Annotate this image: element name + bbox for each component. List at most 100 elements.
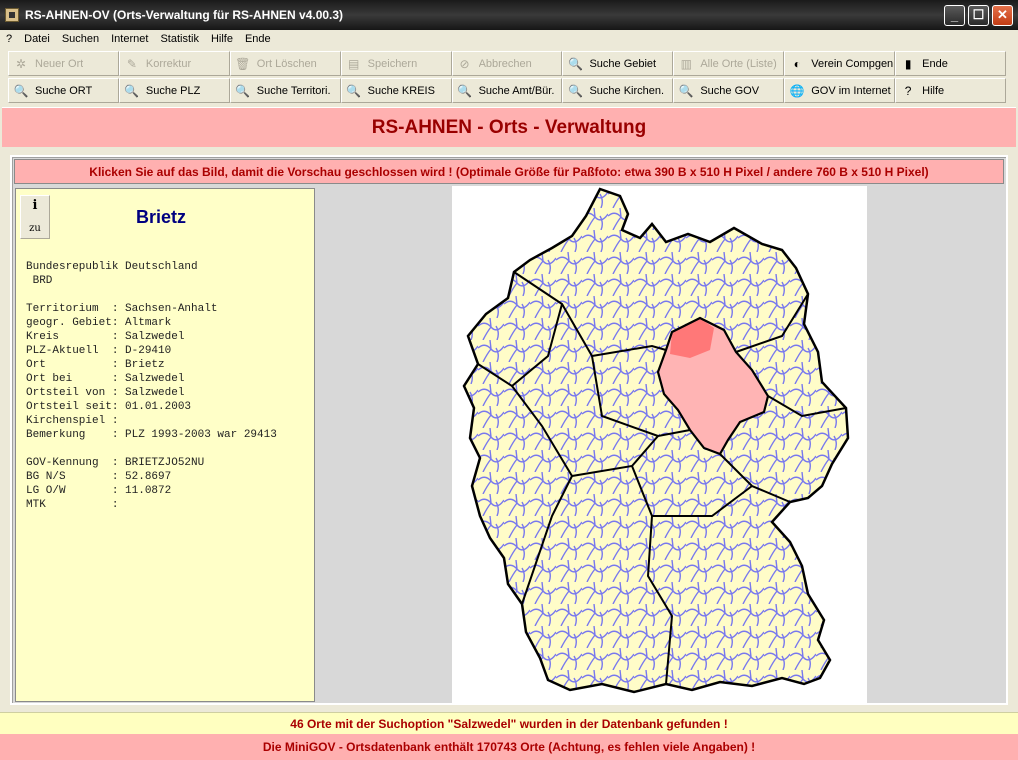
search-doc-icon: 🔍: [457, 83, 473, 98]
menu-statistik[interactable]: Statistik: [154, 33, 205, 45]
app-icon: [5, 8, 19, 22]
database-status-text: Die MiniGOV - Ortsdatenbank enthält 1707…: [262, 740, 756, 754]
toolbar-button-label: Ort Löschen: [256, 57, 317, 70]
exit-door-icon: ▮: [904, 56, 912, 71]
help-icon: ?: [904, 83, 912, 98]
hilfe-button[interactable]: ? Hilfe: [895, 78, 1007, 103]
speichern-button[interactable]: ▤ Speichern: [340, 51, 452, 76]
suche-kreis-button[interactable]: 🔍 Suche KREIS: [340, 78, 452, 103]
menu-suchen[interactable]: Suchen: [56, 33, 105, 45]
toolbar-button-label: Korrektur: [145, 57, 192, 70]
info-close-button[interactable]: i zu: [20, 195, 50, 239]
minimize-button[interactable]: _: [944, 4, 965, 26]
place-detail-line: [26, 442, 277, 456]
place-details: Bundesrepublik Deutschland BRD Territoriu…: [26, 260, 277, 512]
suche-gebiet-button[interactable]: 🔍 Suche Gebiet: [562, 51, 674, 76]
menu-bar: ? Datei Suchen Internet Statistik Hilfe …: [0, 30, 1018, 48]
germany-map[interactable]: [452, 186, 867, 703]
header-banner: RS-AHNEN - Orts - Verwaltung: [2, 107, 1016, 147]
compgen-icon: ◐: [793, 56, 801, 71]
toolbar-button-label: Alle Orte (Liste): [700, 57, 777, 70]
toolbar-button-label: Suche Amt/Bür.: [478, 84, 555, 97]
alle-orte-liste-button[interactable]: ▥ Alle Orte (Liste): [673, 51, 785, 76]
save-icon: ▤: [348, 56, 360, 71]
gov-im-internet-button[interactable]: 🌐 GOV im Internet: [784, 78, 896, 103]
new-place-icon: ✲: [15, 56, 27, 71]
search-doc-icon: 🔍: [124, 83, 140, 98]
toolbar-row-1: ✲ Neuer Ort ✎ Korrektur 🗑 Ort Löschen ▤ Speiche…: [8, 51, 1007, 78]
search-doc-icon: 🔍: [346, 83, 362, 98]
toolbar-button-label: Suche Gebiet: [589, 57, 657, 70]
list-icon: ▥: [680, 56, 693, 71]
place-detail-line: BG N/S : 52.8697: [26, 471, 172, 483]
place-detail-line: Ort bei : Salzwedel: [26, 373, 185, 385]
close-button[interactable]: ✕: [992, 4, 1013, 26]
toolbar-button-label: Ende: [922, 57, 948, 70]
ende-button[interactable]: ▮ Ende: [895, 51, 1007, 76]
cancel-icon: ⊘: [459, 56, 470, 71]
place-detail-line: Ortsteil seit: 01.01.2003: [26, 401, 192, 413]
suche-ort-button[interactable]: 🔍 Suche ORT: [8, 78, 119, 103]
search-doc-icon: 🔍: [567, 56, 583, 71]
place-detail-line: Ort : Brietz: [26, 359, 165, 371]
toolbar-button-label: Suche PLZ: [145, 84, 201, 97]
trash-icon: 🗑: [235, 56, 251, 71]
place-detail-line: PLZ-Aktuell : D-29410: [26, 345, 172, 357]
search-doc-icon: 🔍: [567, 83, 583, 98]
abbrechen-button[interactable]: ⊘ Abbrechen: [451, 51, 563, 76]
place-detail-line: MTK :: [26, 499, 119, 511]
info-close-label: zu: [29, 223, 41, 234]
place-detail-line: Bemerkung : PLZ 1993-2003 war 29413: [26, 429, 277, 441]
ort-löschen-button[interactable]: 🗑 Ort Löschen: [229, 51, 341, 76]
toolbar-button-label: Suche Kirchen.: [589, 84, 665, 97]
toolbar-button-label: Suche Territori.: [256, 84, 331, 97]
place-detail-line: Ortsteil von : Salzwedel: [26, 387, 185, 399]
window-title: RS-AHNEN-OV (Orts-Verwaltung für RS-AHNE…: [25, 8, 344, 22]
place-detail-line: [26, 288, 277, 302]
suche-amt-bür-button[interactable]: 🔍 Suche Amt/Bür.: [451, 78, 563, 103]
toolbar-button-label: Suche GOV: [700, 84, 760, 97]
menu-ende[interactable]: Ende: [239, 33, 277, 45]
toolbar-button-label: Speichern: [367, 57, 418, 70]
toolbar-button-label: Suche KREIS: [367, 84, 435, 97]
toolbar: ✲ Neuer Ort ✎ Korrektur 🗑 Ort Löschen ▤ Speiche…: [8, 51, 1007, 105]
suche-plz-button[interactable]: 🔍 Suche PLZ: [118, 78, 230, 103]
page-title: RS-AHNEN - Orts - Verwaltung: [371, 116, 647, 138]
toolbar-button-label: Hilfe: [922, 84, 945, 97]
suche-kirchen-button[interactable]: 🔍 Suche Kirchen.: [562, 78, 674, 103]
preview-hint[interactable]: Klicken Sie auf das Bild, damit die Vors…: [14, 159, 1004, 184]
maximize-button[interactable]: ☐: [968, 4, 989, 26]
place-name: Brietz: [136, 207, 187, 227]
menu-hilfe[interactable]: Hilfe: [205, 33, 239, 45]
menu-internet[interactable]: Internet: [105, 33, 154, 45]
database-status: Die MiniGOV - Ortsdatenbank enthält 1707…: [0, 734, 1018, 760]
suche-territori-button[interactable]: 🔍 Suche Territori.: [229, 78, 341, 103]
place-detail-line: LG O/W : 11.0872: [26, 485, 172, 497]
place-detail-line: Territorium : Sachsen-Anhalt: [26, 303, 218, 315]
preview-hint-text: Klicken Sie auf das Bild, damit die Vors…: [89, 164, 929, 179]
place-detail-line: GOV-Kennung : BRIETZJO52NU: [26, 457, 205, 469]
preview-frame[interactable]: Klicken Sie auf das Bild, damit die Vors…: [10, 155, 1008, 705]
toolbar-row-2: 🔍 Suche ORT 🔍 Suche PLZ 🔍 Suche Territori. 🔍 Su…: [8, 78, 1007, 105]
menu-help-question[interactable]: ?: [0, 33, 18, 45]
place-detail-line: Bundesrepublik Deutschland: [26, 261, 198, 273]
search-result-text: 46 Orte mit der Suchoption "Salzwedel" w…: [290, 716, 728, 731]
korrektur-button[interactable]: ✎ Korrektur: [118, 51, 230, 76]
place-detail-line: geogr. Gebiet: Altmark: [26, 317, 172, 329]
globe-icon: 🌐: [789, 83, 805, 98]
place-detail-line: BRD: [26, 275, 53, 287]
verein-compgen-button[interactable]: ◐ Verein Compgen: [784, 51, 896, 76]
search-doc-icon: 🔍: [13, 83, 29, 98]
search-doc-icon: 🔍: [235, 83, 251, 98]
info-icon: i: [32, 198, 38, 213]
edit-icon: ✎: [126, 56, 137, 71]
toolbar-button-label: Verein Compgen: [811, 57, 894, 70]
germany-map-image: [462, 187, 850, 694]
search-result-status: 46 Orte mit der Suchoption "Salzwedel" w…: [0, 712, 1018, 734]
toolbar-button-label: GOV im Internet: [811, 84, 891, 97]
search-doc-icon: 🔍: [678, 83, 694, 98]
title-bar: RS-AHNEN-OV (Orts-Verwaltung für RS-AHNE…: [0, 0, 1018, 30]
suche-gov-button[interactable]: 🔍 Suche GOV: [673, 78, 785, 103]
menu-datei[interactable]: Datei: [18, 33, 56, 45]
neuer-ort-button[interactable]: ✲ Neuer Ort: [8, 51, 119, 76]
